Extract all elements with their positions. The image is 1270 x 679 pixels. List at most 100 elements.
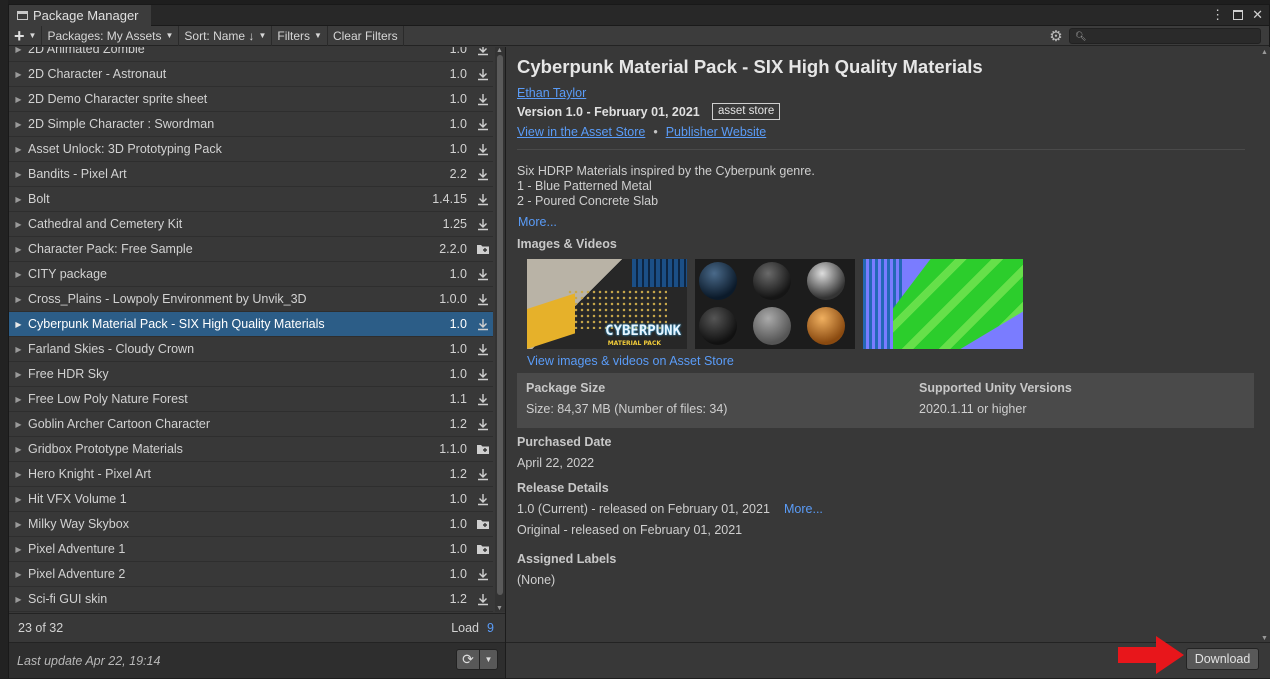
expand-arrow-icon[interactable]: ▶ — [9, 445, 28, 454]
expand-arrow-icon[interactable]: ▶ — [9, 495, 28, 504]
scroll-up-icon[interactable]: ▲ — [496, 47, 503, 54]
expand-arrow-icon[interactable]: ▶ — [9, 520, 28, 529]
package-list-item[interactable]: ▶ Cathedral and Cemetery Kit 1.25 — [9, 212, 493, 237]
publisher-website-link[interactable]: Publisher Website — [666, 125, 767, 139]
import-folder-icon[interactable] — [473, 441, 493, 457]
expand-arrow-icon[interactable]: ▶ — [9, 195, 28, 204]
expand-arrow-icon[interactable]: ▶ — [9, 595, 28, 604]
download-icon[interactable] — [473, 216, 493, 232]
maximize-icon[interactable] — [1233, 10, 1244, 20]
download-icon[interactable] — [473, 166, 493, 182]
package-list-scrollbar[interactable]: ▲ ▼ — [495, 47, 505, 612]
import-folder-icon[interactable] — [473, 241, 493, 257]
download-icon[interactable] — [473, 591, 493, 607]
download-icon[interactable] — [473, 416, 493, 432]
view-asset-store-link[interactable]: View in the Asset Store — [517, 125, 645, 139]
scroll-down-icon[interactable]: ▼ — [496, 605, 503, 612]
download-icon[interactable] — [473, 47, 493, 57]
package-list-item[interactable]: ▶ Cross_Plains - Lowpoly Environment by … — [9, 287, 493, 312]
package-list-item[interactable]: ▶ Free Low Poly Nature Forest 1.1 — [9, 387, 493, 412]
download-icon[interactable] — [473, 91, 493, 107]
expand-arrow-icon[interactable]: ▶ — [9, 345, 28, 354]
details-scrollbar[interactable]: ▲ ▼ — [1258, 47, 1270, 642]
expand-arrow-icon[interactable]: ▶ — [9, 95, 28, 104]
download-icon[interactable] — [473, 466, 493, 482]
release-more-link[interactable]: More... — [784, 502, 823, 516]
download-icon[interactable] — [473, 116, 493, 132]
expand-arrow-icon[interactable]: ▶ — [9, 320, 28, 329]
package-list-item[interactable]: ▶ Hero Knight - Pixel Art 1.2 — [9, 462, 493, 487]
package-list-item[interactable]: ▶ Pixel Adventure 2 1.0 — [9, 562, 493, 587]
scroll-down-icon[interactable]: ▼ — [1261, 635, 1268, 642]
expand-arrow-icon[interactable]: ▶ — [9, 470, 28, 479]
package-list-item[interactable]: ▶ Cyberpunk Material Pack - SIX High Qua… — [9, 312, 493, 337]
package-list-item[interactable]: ▶ Milky Way Skybox 1.0 — [9, 512, 493, 537]
expand-arrow-icon[interactable]: ▶ — [9, 370, 28, 379]
download-icon[interactable] — [473, 66, 493, 82]
package-list-item[interactable]: ▶ Bandits - Pixel Art 2.2 — [9, 162, 493, 187]
search-input[interactable]: 🔍︎ — [1069, 28, 1261, 44]
package-list-item[interactable]: ▶ Farland Skies - Cloudy Crown 1.0 — [9, 337, 493, 362]
expand-arrow-icon[interactable]: ▶ — [9, 145, 28, 154]
package-list-item[interactable]: ▶ 2D Animated Zombie 1.0 — [9, 47, 493, 62]
sort-dropdown[interactable]: Sort: Name ↓ ▼ — [179, 25, 273, 46]
download-icon[interactable] — [473, 366, 493, 382]
view-images-link[interactable]: View images & videos on Asset Store — [527, 354, 734, 368]
add-package-button[interactable]: + ▼ — [9, 25, 43, 46]
expand-arrow-icon[interactable]: ▶ — [9, 245, 28, 254]
expand-arrow-icon[interactable]: ▶ — [9, 420, 28, 429]
close-icon[interactable]: ✕ — [1252, 7, 1263, 23]
scroll-up-icon[interactable]: ▲ — [1261, 49, 1268, 56]
download-icon[interactable] — [473, 191, 493, 207]
image-thumbnail-3[interactable] — [863, 259, 1023, 349]
download-icon[interactable] — [473, 491, 493, 507]
description-more-link[interactable]: More... — [518, 215, 557, 229]
package-list-item[interactable]: ▶ Gridbox Prototype Materials 1.1.0 — [9, 437, 493, 462]
packages-scope-dropdown[interactable]: Packages: My Assets ▼ — [42, 25, 180, 46]
image-thumbnail-1[interactable]: CYBERPUNK MATERIAL PACK — [527, 259, 687, 349]
expand-arrow-icon[interactable]: ▶ — [9, 47, 28, 54]
refresh-button[interactable]: ⟳ — [456, 649, 480, 670]
package-list-item[interactable]: ▶ 2D Character - Astronaut 1.0 — [9, 62, 493, 87]
download-icon[interactable] — [473, 316, 493, 332]
import-folder-icon[interactable] — [473, 541, 493, 557]
load-more-count[interactable]: 9 — [487, 621, 505, 635]
package-list-item[interactable]: ▶ Character Pack: Free Sample 2.2.0 — [9, 237, 493, 262]
download-icon[interactable] — [473, 566, 493, 582]
download-icon[interactable] — [473, 341, 493, 357]
author-link[interactable]: Ethan Taylor — [517, 86, 586, 100]
expand-arrow-icon[interactable]: ▶ — [9, 220, 28, 229]
expand-arrow-icon[interactable]: ▶ — [9, 570, 28, 579]
refresh-options-button[interactable]: ▼ — [480, 649, 498, 670]
package-list-item[interactable]: ▶ Goblin Archer Cartoon Character 1.2 — [9, 412, 493, 437]
package-list-item[interactable]: ▶ Pixel Adventure 1 1.0 — [9, 537, 493, 562]
expand-arrow-icon[interactable]: ▶ — [9, 270, 28, 279]
expand-arrow-icon[interactable]: ▶ — [9, 170, 28, 179]
expand-arrow-icon[interactable]: ▶ — [9, 70, 28, 79]
scrollbar-thumb[interactable] — [497, 55, 503, 595]
clear-filters-button[interactable]: Clear Filters — [328, 25, 404, 46]
window-tab[interactable]: Package Manager — [9, 5, 151, 26]
download-button[interactable]: Download — [1186, 648, 1259, 670]
package-list-item[interactable]: ▶ Sci-fi GUI skin 1.2 — [9, 587, 493, 612]
download-icon[interactable] — [473, 291, 493, 307]
download-icon[interactable] — [473, 141, 493, 157]
package-list-item[interactable]: ▶ Asset Unlock: 3D Prototyping Pack 1.0 — [9, 137, 493, 162]
package-list-item[interactable]: ▶ Free HDR Sky 1.0 — [9, 362, 493, 387]
package-list-item[interactable]: ▶ CITY package 1.0 — [9, 262, 493, 287]
image-thumbnail-2[interactable] — [695, 259, 855, 349]
kebab-menu-icon[interactable]: ⋮ — [1211, 7, 1224, 23]
import-folder-icon[interactable] — [473, 516, 493, 532]
expand-arrow-icon[interactable]: ▶ — [9, 395, 28, 404]
expand-arrow-icon[interactable]: ▶ — [9, 295, 28, 304]
package-list-item[interactable]: ▶ 2D Demo Character sprite sheet 1.0 — [9, 87, 493, 112]
download-icon[interactable] — [473, 391, 493, 407]
package-list-item[interactable]: ▶ 2D Simple Character : Swordman 1.0 — [9, 112, 493, 137]
expand-arrow-icon[interactable]: ▶ — [9, 120, 28, 129]
gear-icon[interactable]: ⚙ — [1047, 27, 1065, 45]
download-icon[interactable] — [473, 266, 493, 282]
package-list-item[interactable]: ▶ Bolt 1.4.15 — [9, 187, 493, 212]
filters-dropdown[interactable]: Filters ▼ — [272, 25, 328, 46]
package-list-item[interactable]: ▶ Hit VFX Volume 1 1.0 — [9, 487, 493, 512]
expand-arrow-icon[interactable]: ▶ — [9, 545, 28, 554]
